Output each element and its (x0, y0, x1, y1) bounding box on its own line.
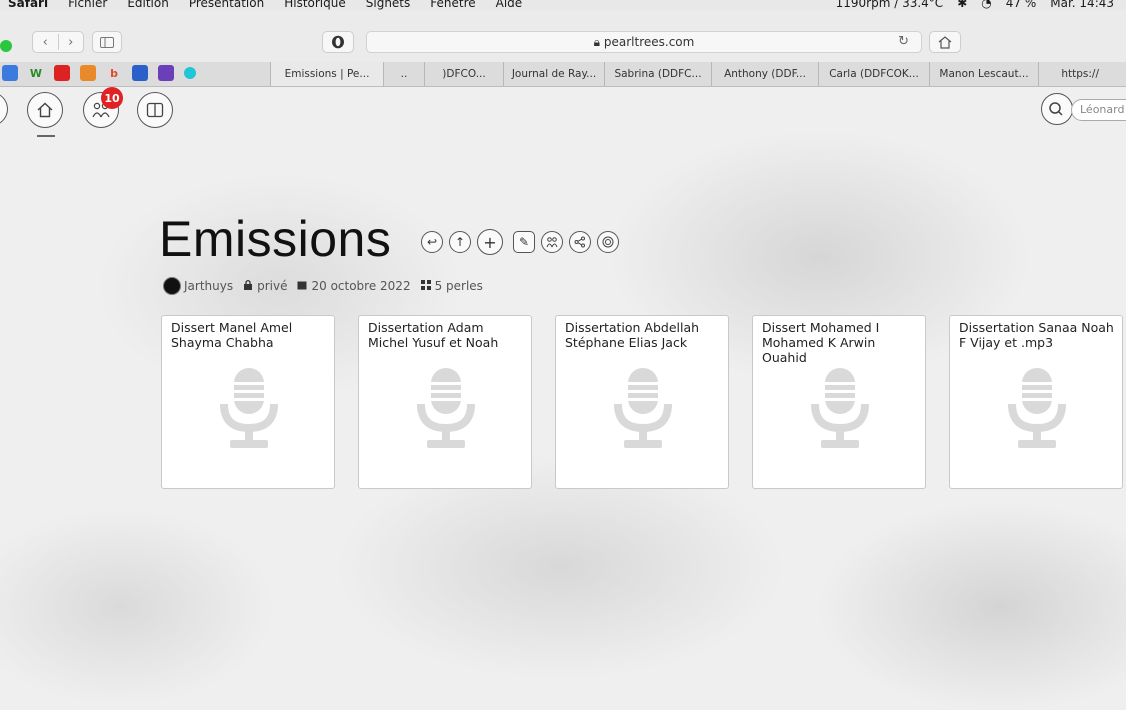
up-arrow-icon[interactable]: ↑ (449, 231, 471, 253)
microphone-icon (610, 366, 676, 456)
menu-status-area: 1190rpm / 33.4°C ✱ ◔ 47 % Mar. 14:43 (836, 0, 1114, 10)
window-zoom-button[interactable] (0, 40, 12, 52)
collection-actions: ↩ ↑ + ✎ (421, 229, 619, 255)
wifi-icon[interactable]: ◔ (981, 0, 991, 10)
bookmark-orange-icon[interactable] (80, 65, 96, 81)
collection-meta: Jarthuys privé 20 octobre 2022 5 perles (163, 277, 483, 295)
battery-percent[interactable]: 47 % (1006, 0, 1037, 10)
address-text: 🔒︎ pearltrees.com (367, 35, 921, 50)
active-tab-underline (37, 135, 55, 137)
menu-historique[interactable]: Historique (284, 0, 346, 10)
team-icon[interactable] (541, 231, 563, 253)
avatar[interactable] (163, 277, 181, 295)
menu-fichier[interactable]: Fichier (68, 0, 107, 10)
pearl-card[interactable]: Dissertation Abdellah Stéphane Elias Jac… (555, 315, 729, 489)
card-title: Dissertation Sanaa Noah F Vijay et .mp3 (959, 320, 1114, 350)
macos-menu-bar: Safari Fichier Édition Présentation Hist… (0, 0, 1126, 10)
fan-temp-status[interactable]: 1190rpm / 33.4°C (836, 0, 944, 10)
bookmarks-and-tabs-bar: W b Emissions | Pe... .. )DFCO... Journa… (0, 62, 1126, 87)
padlock-icon (243, 279, 253, 293)
forward-arrow-icon[interactable]: › (59, 35, 84, 50)
menu-clock[interactable]: Mar. 14:43 (1050, 0, 1114, 10)
privacy-label: privé (257, 279, 288, 293)
count-label: 5 perles (434, 279, 483, 293)
menu-signets[interactable]: Signets (366, 0, 411, 10)
microphone-icon (216, 366, 282, 456)
menu-items: Safari Fichier Édition Présentation Hist… (8, 0, 522, 10)
home-icon[interactable] (929, 31, 961, 53)
menu-fenetre[interactable]: Fenêtre (430, 0, 475, 10)
card-title: Dissert Mohamed I Mohamed K Arwin Ouahid (762, 320, 880, 365)
library-book-icon[interactable] (137, 92, 173, 128)
microphone-icon (413, 366, 479, 456)
tab-placeholder[interactable]: .. (383, 62, 424, 86)
bookmark-blue-square-icon[interactable] (132, 65, 148, 81)
bookmark-favicons: W b (2, 65, 196, 81)
back-arrow-icon[interactable]: ‹ (33, 35, 58, 50)
reload-icon[interactable]: ↻ (898, 34, 909, 49)
search-icon[interactable] (1041, 93, 1073, 125)
nav-back-forward: ‹ › (32, 31, 84, 53)
target-icon[interactable] (597, 231, 619, 253)
opera-icon[interactable] (322, 31, 354, 53)
author-link[interactable]: Jarthuys (163, 277, 233, 295)
lock-icon: 🔒︎ (593, 35, 601, 49)
card-title: Dissertation Adam Michel Yusuf et Noah (368, 320, 499, 350)
card-title: Dissert Manel Amel Shayma Chabha (171, 320, 293, 350)
menu-aide[interactable]: Aide (496, 0, 523, 10)
home-nav-icon[interactable] (27, 92, 63, 128)
pearl-card[interactable]: Dissert Manel Amel Shayma Chabha (161, 315, 335, 489)
edit-icon[interactable]: ✎ (513, 231, 535, 253)
address-bar[interactable]: 🔒︎ pearltrees.com ↻ (366, 31, 922, 53)
calendar-icon (297, 279, 307, 293)
microphone-icon (1004, 366, 1070, 456)
bookmark-b-icon[interactable]: b (106, 65, 122, 81)
card-title: Dissertation Abdellah Stéphane Elias Jac… (565, 320, 700, 350)
creation-date: 20 octobre 2022 (297, 279, 411, 293)
pearl-card[interactable]: Dissertation Sanaa Noah F Vijay et .mp3 (949, 315, 1123, 489)
pearl-card[interactable]: Dissert Mohamed I Mohamed K Arwin Ouahid (752, 315, 926, 489)
tab-carla[interactable]: Carla (DDFCOK... (818, 62, 929, 86)
bookmark-blue-circle-icon[interactable] (2, 65, 18, 81)
menu-presentation[interactable]: Présentation (189, 0, 264, 10)
share-icon[interactable] (569, 231, 591, 253)
microphone-icon (807, 366, 873, 456)
address-url: pearltrees.com (603, 35, 695, 49)
collection-title: Emissions (159, 211, 392, 267)
bookmark-w-icon[interactable]: W (28, 65, 44, 81)
tab-sabrina[interactable]: Sabrina (DDFC... (604, 62, 711, 86)
tab-anthony[interactable]: Anthony (DDF... (711, 62, 818, 86)
date-label: 20 octobre 2022 (311, 279, 411, 293)
browser-toolbar: ‹ › 🔒︎ pearltrees.com ↻ (0, 10, 1126, 63)
author-name[interactable]: Jarthuys (184, 279, 233, 293)
tab-ddfco[interactable]: )DFCO... (424, 62, 503, 86)
menu-edition[interactable]: Édition (127, 0, 169, 10)
sidebar-toggle-icon[interactable] (92, 31, 122, 53)
pearl-card[interactable]: Dissertation Adam Michel Yusuf et Noah (358, 315, 532, 489)
search-box[interactable]: Léonard (1041, 93, 1126, 125)
pearl-count: 5 perles (420, 279, 483, 293)
tab-manon[interactable]: Manon Lescaut... (929, 62, 1038, 86)
bookmark-flag-icon[interactable] (54, 65, 70, 81)
menu-safari[interactable]: Safari (8, 0, 48, 10)
tab-strip: Emissions | Pe... .. )DFCO... Journal de… (270, 62, 1126, 86)
notification-badge[interactable]: 10 (101, 87, 123, 109)
privacy-status: privé (243, 279, 287, 293)
bookmark-purple-icon[interactable] (158, 65, 174, 81)
tab-journal[interactable]: Journal de Ray... (503, 62, 604, 86)
search-input[interactable]: Léonard (1071, 99, 1126, 121)
bookmark-cyan-dot-icon[interactable] (184, 67, 196, 79)
tab-emissions[interactable]: Emissions | Pe... (270, 62, 383, 86)
tab-https[interactable]: https:// (1038, 62, 1103, 86)
back-arrow-icon[interactable]: ↩ (421, 231, 443, 253)
bluetooth-icon[interactable]: ✱ (957, 0, 967, 10)
grid-icon (420, 279, 431, 293)
add-plus-icon[interactable]: + (477, 229, 503, 255)
